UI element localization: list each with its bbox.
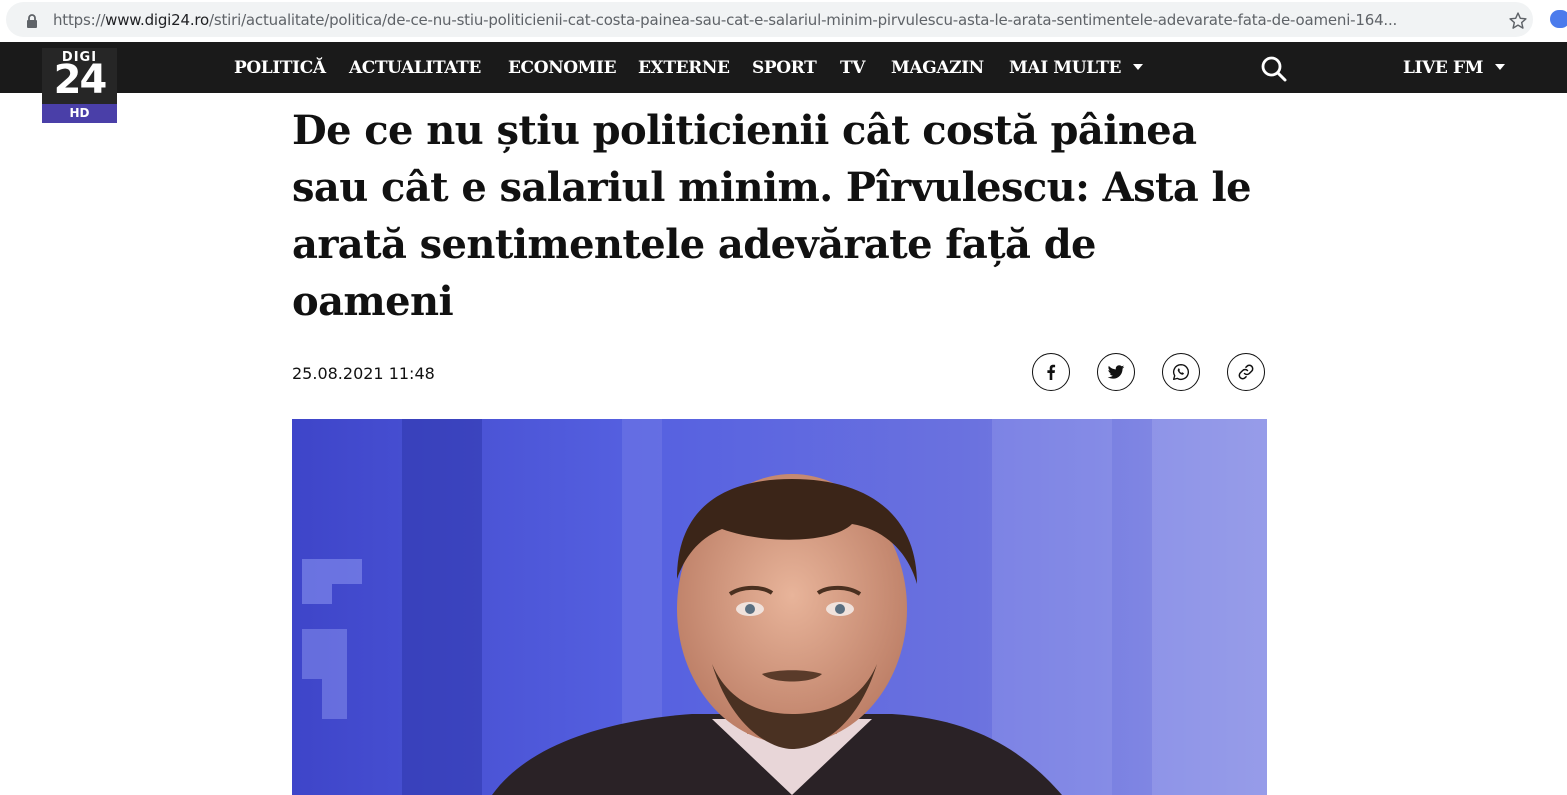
article-title: De ce nu știu politicienii cât costă pâi…: [292, 107, 1252, 325]
share-twitter-button[interactable]: [1097, 353, 1135, 391]
chevron-down-icon: [1495, 63, 1506, 70]
article-date: 25.08.2021 11:48: [292, 364, 435, 383]
nav-item-actualitate[interactable]: ACTUALITATE: [349, 58, 481, 78]
hero-photo: [292, 419, 1267, 795]
twitter-icon: [1107, 365, 1125, 379]
nav-item-sport[interactable]: SPORT: [752, 58, 817, 78]
chevron-down-icon: [1133, 63, 1144, 70]
nav-more-label: MAI MULTE: [1009, 58, 1122, 78]
whatsapp-icon: [1172, 363, 1189, 381]
live-fm-dropdown[interactable]: LIVE FM: [1403, 58, 1506, 78]
bookmark-star-icon[interactable]: [1508, 11, 1528, 31]
lock-icon: [27, 14, 37, 28]
share-whatsapp-button[interactable]: [1162, 353, 1200, 391]
nav-item-magazin[interactable]: MAGAZIN: [891, 58, 984, 78]
url-scheme: https://: [53, 11, 106, 29]
url-host: www.digi24.ro: [105, 11, 210, 29]
copy-link-button[interactable]: [1227, 353, 1265, 391]
nav-item-politica[interactable]: POLITICĂ: [234, 58, 326, 78]
url-text: https://www.digi24.ro/stiri/actualitate/…: [53, 10, 1493, 30]
nav-item-tv[interactable]: TV: [840, 58, 865, 78]
link-icon: [1238, 364, 1254, 380]
digi24-logo[interactable]: DIGI 24 HD: [42, 48, 117, 123]
url-field[interactable]: https://www.digi24.ro/stiri/actualitate/…: [6, 2, 1533, 37]
share-facebook-button[interactable]: [1032, 353, 1070, 391]
extension-icon[interactable]: [1550, 10, 1567, 28]
live-fm-label: LIVE FM: [1403, 58, 1484, 78]
nav-item-externe[interactable]: EXTERNE: [638, 58, 730, 78]
nav-item-economie[interactable]: ECONOMIE: [508, 58, 617, 78]
search-icon[interactable]: [1260, 55, 1288, 83]
facebook-icon: [1047, 364, 1056, 380]
url-path: /stiri/actualitate/politica/de-ce-nu-sti…: [209, 11, 1398, 29]
article-hero-image: [292, 419, 1267, 795]
browser-address-bar: https://www.digi24.ro/stiri/actualitate/…: [0, 0, 1567, 42]
logo-number: 24: [53, 57, 108, 103]
nav-item-more[interactable]: MAI MULTE: [1009, 58, 1144, 78]
logo-hd-badge: HD: [69, 106, 90, 120]
